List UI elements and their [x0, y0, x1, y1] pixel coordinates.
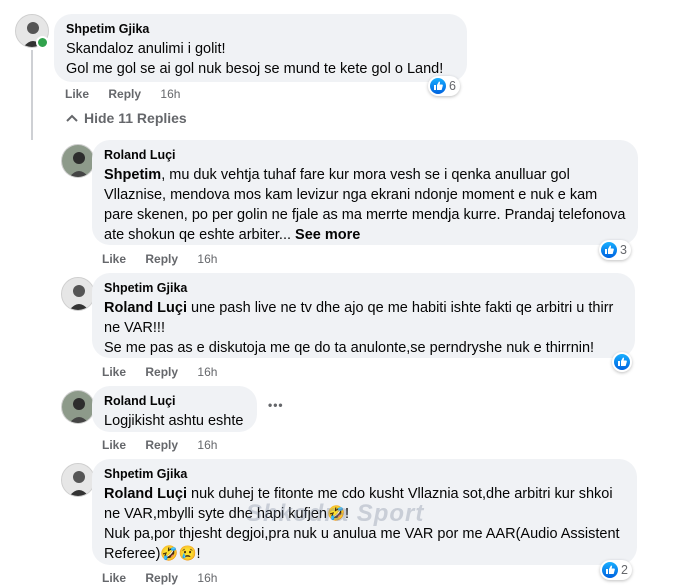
- timestamp[interactable]: 16h: [197, 252, 217, 266]
- thread-line: [31, 50, 33, 140]
- reply-actions: Like Reply 16h: [102, 571, 233, 585]
- comment-text-line2: Gol me gol se ai gol nuk besoj se mund t…: [66, 61, 444, 77]
- like-button[interactable]: Like: [102, 365, 126, 379]
- comment-bubble: Shpetim Gjika Skandaloz anulimi i golit!…: [54, 14, 467, 82]
- reply-button[interactable]: Reply: [145, 252, 178, 266]
- reply-text: Roland Luçi une pash live ne tv dhe ajo …: [104, 298, 623, 338]
- reply-actions: Like Reply 16h: [102, 365, 233, 379]
- see-more-link[interactable]: See more: [295, 227, 360, 243]
- reaction-count[interactable]: [612, 352, 632, 372]
- timestamp[interactable]: 16h: [197, 438, 217, 452]
- timestamp[interactable]: 16h: [197, 571, 217, 585]
- comment-actions: Like Reply 16h: [65, 87, 196, 101]
- reply-text-line2: Se me pas as e diskutoja me qe do ta anu…: [104, 340, 595, 356]
- hide-replies-button[interactable]: Hide 11 Replies: [66, 110, 187, 126]
- reply-bubble: Shpetim Gjika Roland Luçi une pash live …: [92, 273, 635, 358]
- like-icon: [614, 354, 630, 370]
- like-icon: [602, 562, 618, 578]
- hide-replies-label: Hide 11 Replies: [84, 110, 187, 126]
- comment-text-line1: Skandaloz anulimi i golit!: [66, 41, 226, 57]
- reply-button[interactable]: Reply: [145, 571, 178, 585]
- like-icon: [601, 242, 617, 258]
- reply-author[interactable]: Roland Luçi: [104, 393, 245, 409]
- reaction-count[interactable]: 3: [599, 240, 631, 260]
- reaction-count-value: 6: [449, 79, 456, 93]
- more-options-icon[interactable]: •••: [268, 398, 284, 412]
- like-button[interactable]: Like: [102, 571, 126, 585]
- reply-button[interactable]: Reply: [145, 365, 178, 379]
- reaction-count[interactable]: 2: [600, 560, 632, 580]
- like-button[interactable]: Like: [102, 252, 126, 266]
- avatar[interactable]: [61, 390, 95, 424]
- reply-button[interactable]: Reply: [145, 438, 178, 452]
- mention-link[interactable]: Shpetim: [104, 167, 161, 183]
- reply-bubble: Roland Luçi Shpetim, mu duk vehtja tuhaf…: [92, 140, 638, 245]
- reply-text: Logjikisht ashtu eshte: [104, 413, 244, 429]
- reply-actions: Like Reply 16h: [102, 252, 233, 266]
- reply-actions: Like Reply 16h: [102, 438, 233, 452]
- mention-link[interactable]: Roland Luçi: [104, 486, 187, 502]
- avatar[interactable]: [61, 144, 95, 178]
- reply-author[interactable]: Roland Luçi: [104, 147, 626, 163]
- comment-author[interactable]: Shpetim Gjika: [66, 21, 455, 37]
- reaction-count[interactable]: 6: [428, 76, 460, 96]
- mention-link[interactable]: Roland Luçi: [104, 300, 187, 316]
- watermark: Shkodra Sport: [246, 500, 425, 527]
- reaction-count-value: 2: [621, 563, 628, 577]
- reaction-count-value: 3: [620, 243, 627, 257]
- reply-author[interactable]: Shpetim Gjika: [104, 280, 623, 296]
- like-icon: [430, 78, 446, 94]
- avatar[interactable]: [61, 277, 95, 311]
- timestamp[interactable]: 16h: [160, 87, 180, 101]
- chevron-up-icon: [66, 110, 78, 126]
- reply-bubble: Roland Luçi Logjikisht ashtu eshte: [92, 386, 257, 432]
- like-button[interactable]: Like: [65, 87, 89, 101]
- reply-button[interactable]: Reply: [108, 87, 141, 101]
- reply-author[interactable]: Shpetim Gjika: [104, 466, 625, 482]
- reply-body: , mu duk vehtja tuhaf fare kur mora vesh…: [104, 167, 626, 243]
- online-status-icon: [36, 36, 49, 49]
- timestamp[interactable]: 16h: [197, 365, 217, 379]
- like-button[interactable]: Like: [102, 438, 126, 452]
- avatar[interactable]: [61, 463, 95, 497]
- reply-text-line2: Nuk pa,por thjesht degjoi,pra nuk u anul…: [104, 526, 620, 562]
- reply-text: Shpetim, mu duk vehtja tuhaf fare kur mo…: [104, 165, 626, 245]
